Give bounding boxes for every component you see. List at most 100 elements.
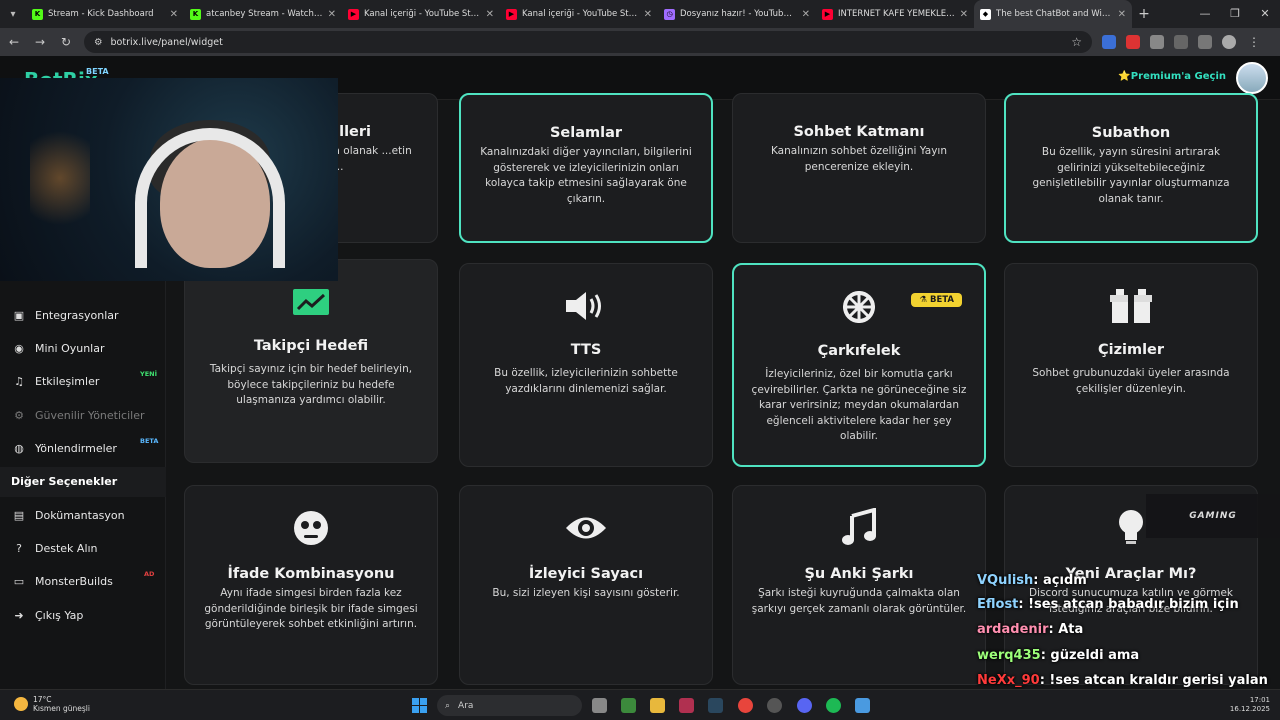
chat-message: ardadenir: Ata	[977, 622, 1083, 637]
tab-close-icon[interactable]: ✕	[170, 9, 178, 20]
tab-close-icon[interactable]: ✕	[802, 9, 810, 20]
extension-icon[interactable]	[1126, 35, 1140, 49]
tab-title: The best ChatBot and Widgets	[996, 9, 1113, 19]
sidebar-item[interactable]: ♫ Etkileşimler	[12, 374, 99, 388]
minimize-icon[interactable]: —	[1190, 0, 1220, 28]
site-info-icon[interactable]: ⚙	[94, 37, 103, 48]
browser-tab[interactable]: Katcanbey Stream - Watch Live on Kick ✕	[184, 0, 342, 28]
tab-favicon-icon: K	[32, 8, 43, 20]
chat-text: : !ses atcan kraldır gerisi yalan	[1039, 673, 1268, 688]
widget-card-description: Sohbet grubunuzdaki üyeler arasında çeki…	[1032, 367, 1230, 395]
browser-tab[interactable]: ▶ Kanal içeriği - YouTube Studio ✕	[342, 0, 500, 28]
tab-close-icon[interactable]: ✕	[960, 9, 968, 20]
tab-close-icon[interactable]: ✕	[328, 9, 336, 20]
docs-icon: ▤	[13, 508, 25, 522]
taskbar: 17°C Kısmen güneşli ⌕ Ara 17:01 16.12.20…	[0, 689, 1280, 720]
new-tab-button[interactable]: +	[1132, 6, 1156, 22]
sidebar-item[interactable]: ➜ Çıkış Yap	[12, 608, 83, 622]
address-toolbar: ← → ↻ ⚙ botrix.live/panel/widget ☆ ⋮	[0, 28, 1280, 56]
widget-card-description: Bu özellik, izleyicilerinizin sohbette y…	[494, 367, 678, 395]
sidebar-badge: BETA	[140, 437, 159, 445]
widget-card-description: Şarkı isteği kuyruğunda çalmakta olan şa…	[751, 587, 967, 615]
browser-tab[interactable]: K Stream - Kick Dashboard ✕	[26, 0, 184, 28]
tab-favicon-icon: ▶	[348, 8, 359, 20]
app-icon[interactable]	[679, 698, 694, 713]
back-icon[interactable]: ←	[6, 35, 22, 49]
weather-widget[interactable]: 17°C Kısmen güneşli	[14, 695, 90, 713]
tab-title: Dosyanız hazır! - YouTube MP3	[680, 9, 797, 19]
app-icon[interactable]	[767, 698, 782, 713]
taskbar-search[interactable]: ⌕ Ara	[437, 695, 582, 716]
chrome-icon[interactable]	[738, 698, 753, 713]
spotify-icon[interactable]	[826, 698, 841, 713]
chat-username: NeXx_90	[977, 673, 1040, 688]
minecraft-icon[interactable]	[621, 698, 636, 713]
tab-title: Stream - Kick Dashboard	[48, 9, 154, 19]
app-icon[interactable]	[855, 698, 870, 713]
media-icon[interactable]	[1198, 35, 1212, 49]
reload-icon[interactable]: ↻	[58, 35, 74, 49]
system-clock[interactable]: 17:01 16.12.2025	[1230, 696, 1270, 714]
widget-card[interactable]: İzleyici Sayacı Bu, sizi izleyen kişi say…	[459, 485, 713, 685]
widget-card-title: Şu Anki Şarkı	[804, 566, 914, 582]
beta-badge: ⚗ BETA	[911, 293, 962, 307]
users-icon: ◍	[14, 441, 24, 455]
widget-card[interactable]: Selamlar Kanalınızdaki diğer yayıncıları,…	[459, 93, 713, 243]
widget-card[interactable]: Şu Anki Şarkı Şarkı isteği kuyruğunda çal…	[732, 485, 986, 685]
chat-username: VQulish	[977, 573, 1034, 588]
widget-card[interactable]: İfade Kombinasyonu Aynı ifade simgesi bir…	[184, 485, 438, 685]
browser-tab[interactable]: ▶ Kanal içeriği - YouTube Studio ✕	[500, 0, 658, 28]
discord-icon[interactable]	[797, 698, 812, 713]
maximize-icon[interactable]: ❐	[1220, 0, 1250, 28]
premium-link[interactable]: ⭐Premium'a Geçin	[1118, 71, 1226, 82]
widget-card-title: Subathon	[1091, 125, 1171, 141]
webcam-overlay	[0, 78, 338, 281]
menu-dots-icon[interactable]: ⋮	[1246, 35, 1262, 49]
close-window-icon[interactable]: ✕	[1250, 0, 1280, 28]
sidebar-item[interactable]: ? Destek Alın	[12, 541, 97, 555]
sidebar-item[interactable]: ▤ Dokümantasyon	[12, 508, 125, 522]
browser-tab[interactable]: ◆ The best ChatBot and Widgets ✕	[974, 0, 1132, 28]
sidebar-item[interactable]: ◉ Mini Oyunlar	[12, 341, 104, 355]
tab-close-icon[interactable]: ✕	[1118, 9, 1126, 20]
tab-title: Kanal içeriği - YouTube Studio	[522, 9, 639, 19]
windows-start-icon[interactable]	[412, 698, 427, 713]
logo-beta-badge: BETA	[86, 67, 109, 76]
integration-icon: ▣	[13, 308, 25, 322]
gaming-watermark: GAMING	[1146, 494, 1280, 538]
tab-favicon-icon: ◆	[980, 8, 991, 20]
sidebar-item-label: Çıkış Yap	[35, 608, 84, 622]
sun-icon	[14, 697, 28, 711]
url-bar[interactable]: ⚙ botrix.live/panel/widget ☆	[84, 31, 1092, 53]
extension-icon[interactable]	[1102, 35, 1116, 49]
widget-card[interactable]: TTS Bu özellik, izleyicilerinizin sohbett…	[459, 263, 713, 467]
widget-card[interactable]: Çizimler Sohbet grubunuzdaki üyeler arası…	[1004, 263, 1258, 467]
task-view-icon[interactable]	[592, 698, 607, 713]
forward-icon[interactable]: →	[32, 35, 48, 49]
widget-card[interactable]: Sohbet Katmanı Kanalınızın sohbet özelliğ…	[732, 93, 986, 243]
tab-close-icon[interactable]: ✕	[644, 9, 652, 20]
folder-icon[interactable]	[650, 698, 665, 713]
sidebar-item[interactable]: ⚙ Güvenilir Yöneticiler	[12, 408, 144, 422]
tab-search-icon[interactable]: ▾	[0, 0, 26, 28]
profile-icon[interactable]	[1222, 35, 1236, 49]
browser-tab[interactable]: ▶ İNTERNET KAFE YEMEKLERİNİ ✕	[816, 0, 974, 28]
steam-icon[interactable]	[708, 698, 723, 713]
widget-card-title: Çarkıfelek	[817, 343, 901, 359]
tab-close-icon[interactable]: ✕	[486, 9, 494, 20]
extension-icon[interactable]	[1150, 35, 1164, 49]
chat-message: Eflost: !ses atcan babadır bizim için	[977, 597, 1239, 612]
widget-card[interactable]: Çarkıfelek İzleyicileriniz, özel bir komu…	[732, 263, 986, 467]
chat-text: : açıdm	[1033, 573, 1087, 588]
sidebar-item[interactable]: ▣ Entegrasyonlar	[12, 308, 119, 322]
widget-card[interactable]: Subathon Bu özellik, yayın süresini artır…	[1004, 93, 1258, 243]
bookmark-star-icon[interactable]: ☆	[1071, 35, 1082, 49]
widget-card[interactable]: Takipçi Hedefi Takipçi sayınız için bir h…	[184, 259, 438, 463]
browser-tab[interactable]: ◷ Dosyanız hazır! - YouTube MP3 ✕	[658, 0, 816, 28]
sidebar-item[interactable]: ▭ MonsterBuilds	[12, 574, 113, 588]
sidebar-item-label: MonsterBuilds	[35, 574, 113, 588]
puzzle-icon[interactable]	[1174, 35, 1188, 49]
sidebar-item[interactable]: ◍ Yönlendirmeler	[12, 441, 117, 455]
sidebar-section-title: Diğer Seçenekler	[0, 467, 166, 497]
avatar[interactable]	[1236, 62, 1268, 94]
